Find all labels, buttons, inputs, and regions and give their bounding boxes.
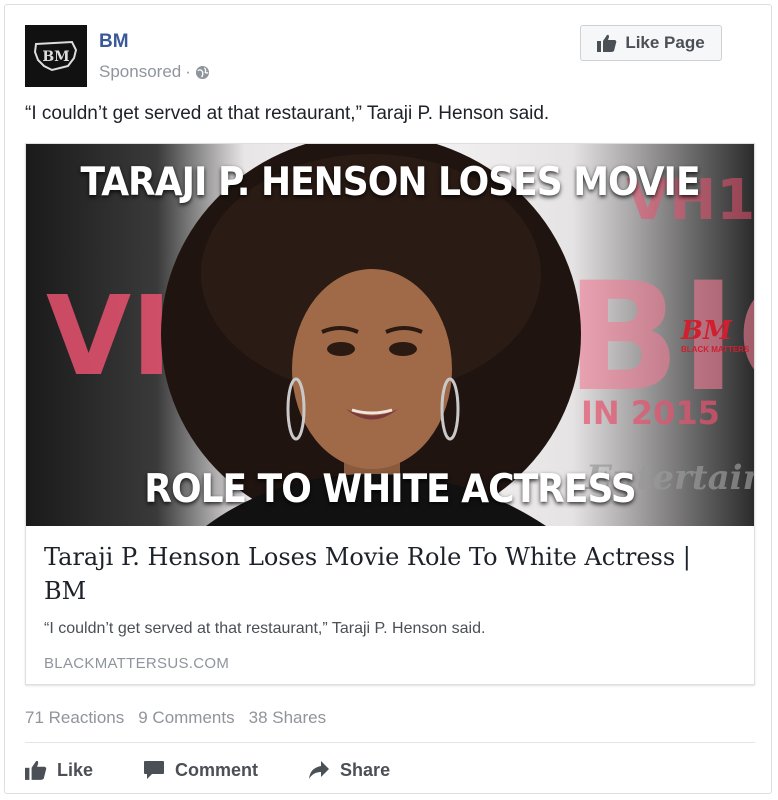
reactions-count[interactable]: 71 Reactions (25, 708, 124, 728)
comment-label: Comment (175, 759, 259, 780)
post-text: “I couldn’t get served at that restauran… (25, 103, 550, 124)
like-page-button[interactable]: Like Page (580, 25, 722, 61)
like-button[interactable]: Like (25, 760, 93, 781)
shares-count[interactable]: 38 Shares (249, 708, 327, 728)
sponsored-post-card: BM BM Sponsored · Like Page “I couldn’t … (4, 4, 772, 794)
link-domain: BLACKMATTERSUS.COM (44, 655, 230, 672)
thumbs-up-icon (25, 760, 47, 780)
share-label: Share (340, 759, 391, 780)
svg-text:BLACK MATTERS: BLACK MATTERS (681, 345, 750, 354)
meta-separator: · (185, 62, 191, 81)
image-headline-top: TARAJI P. HENSON LOSES MOVIE (80, 160, 700, 205)
link-preview[interactable]: VH VH1 BIG IN 2015 Entertainment (25, 143, 755, 685)
action-bar: Like Comment Share (25, 755, 440, 785)
link-title[interactable]: Taraji P. Henson Loses Movie Role To Whi… (44, 540, 734, 608)
engagement-counts: 71 Reactions 9 Comments 38 Shares (25, 708, 326, 728)
bm-logo-map: BM (33, 40, 78, 72)
link-image[interactable]: VH VH1 BIG IN 2015 Entertainment (26, 144, 754, 526)
link-description: “I couldn’t get served at that restauran… (44, 620, 486, 637)
thumbs-up-icon (597, 34, 617, 52)
svg-text:BM: BM (680, 316, 733, 346)
share-button[interactable]: Share (308, 760, 390, 781)
image-headline-bottom: ROLE TO WHITE ACTRESS (144, 467, 636, 512)
comment-icon (144, 761, 165, 779)
page-name-link[interactable]: BM (99, 31, 129, 53)
page-avatar[interactable]: BM (25, 25, 87, 87)
svg-text:IN 2015: IN 2015 (581, 394, 720, 432)
like-label: Like (57, 759, 94, 780)
sponsored-label[interactable]: Sponsored (99, 62, 181, 82)
globe-icon (195, 65, 209, 79)
share-arrow-icon (309, 761, 330, 779)
comments-count[interactable]: 9 Comments (138, 708, 234, 728)
post-meta: Sponsored · (99, 62, 210, 82)
action-divider (25, 742, 755, 743)
comment-button[interactable]: Comment (143, 760, 258, 781)
like-page-label: Like Page (625, 33, 705, 52)
svg-text:BM: BM (42, 49, 69, 65)
